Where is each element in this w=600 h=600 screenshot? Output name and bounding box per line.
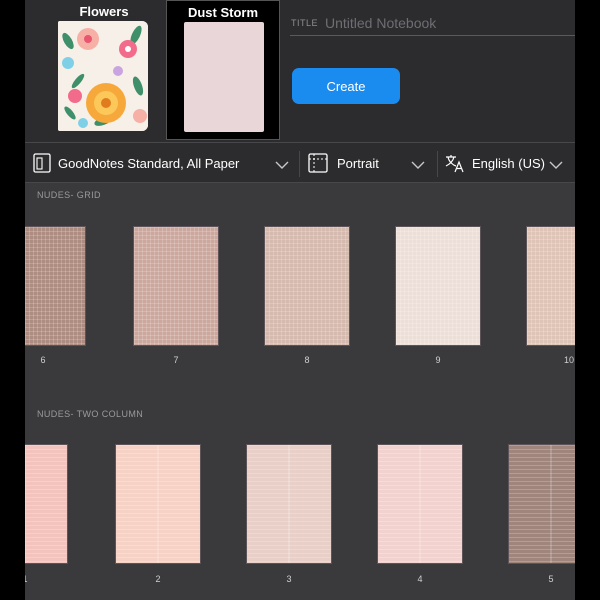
template-thumbnail[interactable] [25,444,68,564]
template-thumbnail[interactable] [395,226,481,346]
template-number: 1 [25,574,35,584]
section-title: NUDES- GRID [37,190,101,200]
divider [299,151,300,177]
template-label: GoodNotes Standard, All Paper [58,155,240,171]
cover-title: Dust Storm [187,5,259,20]
orientation-label: Portrait [337,155,379,171]
dust-storm-cover-image [184,22,264,132]
template-number: 5 [548,574,554,584]
template-number: 2 [155,574,161,584]
language-selector[interactable]: English (US) [445,143,575,183]
new-notebook-screen: Flowers Dust Storm TITLE Untitled Notebo… [25,0,575,600]
cover-flowers[interactable]: Flowers [57,0,151,140]
title-row: TITLE [290,10,575,36]
chevron-down-icon [275,157,289,175]
template-thumbnail[interactable] [508,444,575,564]
options-bar: GoodNotes Standard, All Paper Portrait E… [25,142,575,183]
orientation-selector[interactable]: Portrait [308,143,436,183]
page-size-icon [308,153,328,173]
notebook-title-input[interactable] [325,13,565,33]
cover-picker: Flowers Dust Storm TITLE Untitled Notebo… [25,0,575,142]
page-template-icon [33,153,51,173]
chevron-down-icon [549,157,563,175]
template-number: 4 [417,574,423,584]
template-number: 6 [40,355,46,365]
template-thumbnail[interactable] [246,444,332,564]
create-button[interactable]: Create [292,68,400,104]
translate-icon [445,153,465,173]
template-number: 9 [435,355,441,365]
chevron-down-icon [411,157,425,175]
flowers-cover-image [58,21,148,131]
divider [437,151,438,177]
language-label: English (US) [472,155,545,171]
section-title: NUDES- TWO COLUMN [37,409,144,419]
template-thumbnail[interactable] [377,444,463,564]
template-selector[interactable]: GoodNotes Standard, All Paper [33,143,299,183]
template-thumbnail[interactable] [264,226,350,346]
template-thumbnail[interactable] [115,444,201,564]
template-thumbnail[interactable] [25,226,86,346]
template-number: 8 [304,355,310,365]
template-number: 3 [286,574,292,584]
title-label: TITLE [291,18,319,28]
cover-title: Flowers [79,4,129,19]
template-number: 7 [173,355,179,365]
template-thumbnail[interactable] [526,226,575,346]
template-number: 10 [563,355,574,365]
template-thumbnail[interactable] [133,226,219,346]
cover-dust-storm[interactable]: Dust Storm [166,0,280,140]
